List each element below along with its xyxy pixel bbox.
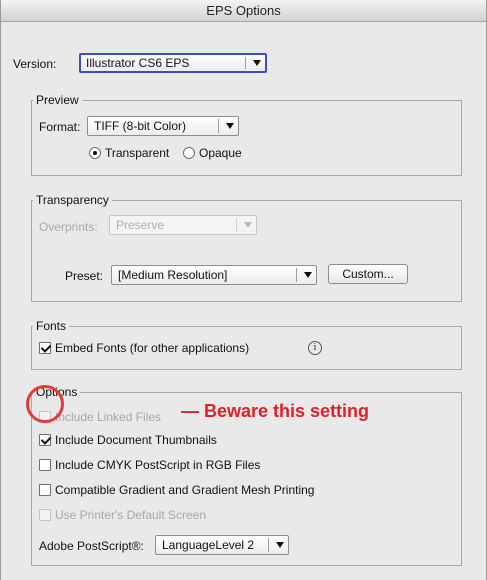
compatible-gradient-label: Compatible Gradient and Gradient Mesh Pr… bbox=[55, 483, 315, 497]
format-value: TIFF (8-bit Color) bbox=[94, 119, 187, 133]
info-icon[interactable]: i bbox=[308, 341, 322, 355]
custom-button[interactable]: Custom... bbox=[328, 264, 408, 284]
chevron-down-icon bbox=[244, 222, 252, 228]
embed-fonts-checkbox[interactable] bbox=[39, 342, 51, 354]
overprints-label: Overprints: bbox=[39, 220, 98, 234]
preset-value: [Medium Resolution] bbox=[118, 268, 228, 282]
highlight-circle bbox=[26, 385, 64, 423]
embed-fonts-label: Embed Fonts (for other applications) bbox=[55, 341, 250, 355]
preset-dropdown[interactable]: [Medium Resolution] bbox=[111, 265, 317, 285]
opaque-radio-label: Opaque bbox=[199, 146, 242, 160]
chevron-down-icon bbox=[253, 60, 261, 66]
preview-group-title: Preview bbox=[33, 93, 82, 107]
postscript-label: Adobe PostScript®: bbox=[39, 539, 144, 553]
preview-group bbox=[31, 100, 462, 176]
chevron-down-icon bbox=[276, 542, 284, 548]
format-label: Format: bbox=[39, 120, 81, 134]
printer-default-screen-checkbox[interactable] bbox=[39, 509, 51, 521]
include-thumbnails-checkbox[interactable] bbox=[39, 434, 51, 446]
transparency-group-title: Transparency bbox=[33, 193, 112, 207]
opaque-radio[interactable] bbox=[183, 147, 195, 159]
chevron-down-icon bbox=[226, 123, 234, 129]
chevron-down-icon bbox=[304, 272, 312, 278]
version-value: Illustrator CS6 EPS bbox=[86, 56, 190, 70]
include-thumbnails-label: Include Document Thumbnails bbox=[55, 433, 217, 447]
window-title: EPS Options bbox=[1, 0, 486, 22]
eps-options-dialog: EPS Options Version: Illustrator CS6 EPS… bbox=[0, 0, 487, 580]
preset-label: Preset: bbox=[65, 269, 104, 283]
version-dropdown[interactable]: Illustrator CS6 EPS bbox=[79, 53, 267, 73]
postscript-dropdown[interactable]: LanguageLevel 2 bbox=[155, 535, 289, 555]
overprints-value: Preserve bbox=[116, 218, 165, 232]
postscript-value: LanguageLevel 2 bbox=[162, 538, 255, 552]
compatible-gradient-checkbox[interactable] bbox=[39, 484, 51, 496]
include-cmyk-checkbox[interactable] bbox=[39, 459, 51, 471]
transparent-radio[interactable] bbox=[89, 147, 101, 159]
format-dropdown[interactable]: TIFF (8-bit Color) bbox=[87, 116, 239, 136]
version-label: Version: bbox=[13, 57, 57, 71]
overprints-dropdown: Preserve bbox=[109, 215, 257, 235]
transparent-radio-label: Transparent bbox=[105, 146, 170, 160]
warning-annotation: — Beware this setting bbox=[181, 401, 370, 421]
fonts-group-title: Fonts bbox=[33, 319, 70, 333]
printer-default-screen-label: Use Printer's Default Screen bbox=[55, 508, 207, 522]
include-cmyk-label: Include CMYK PostScript in RGB Files bbox=[55, 458, 261, 472]
include-linked-files-label: Include Linked Files bbox=[55, 410, 162, 424]
